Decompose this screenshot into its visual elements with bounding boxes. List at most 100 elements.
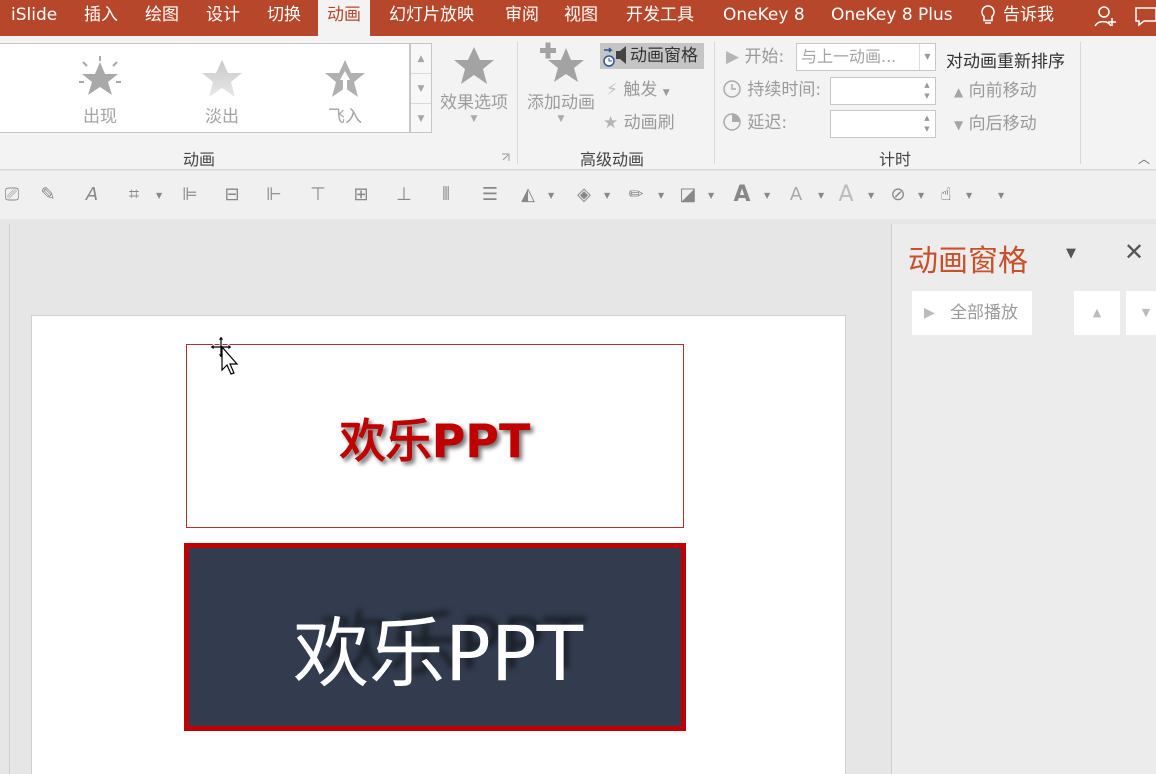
text-effects-icon[interactable]: A — [834, 183, 858, 207]
effect-options-label: 效果选项 — [440, 93, 508, 113]
gallery-item-label: 淡出 — [205, 107, 239, 127]
clock-icon — [723, 80, 741, 98]
touch-mode-icon[interactable]: ☝ — [934, 183, 958, 207]
start-select[interactable]: 与上一动画... ▼ — [796, 43, 936, 71]
distribute-horizontal-icon[interactable]: ⫴ — [434, 183, 458, 207]
effect-options-button[interactable]: 效果选项 ▼ — [436, 44, 512, 125]
font-style-icon[interactable]: A — [80, 183, 104, 207]
play-all-button[interactable]: ▶ 全部播放 — [912, 291, 1032, 335]
crop-icon[interactable]: ⌗ — [122, 183, 146, 207]
add-animation-button[interactable]: 添加动画 ▼ — [522, 42, 600, 125]
chevron-down-icon[interactable]: ▼ — [1066, 246, 1076, 261]
outline-pen-icon[interactable]: ✏ — [624, 183, 648, 207]
tab-animations[interactable]: 动画 — [318, 0, 370, 40]
add-user-icon[interactable] — [1094, 4, 1118, 28]
chevron-down-icon[interactable]: ▼ — [708, 191, 714, 200]
move-up-button[interactable]: ▲ — [1074, 291, 1120, 335]
shape-merge-icon[interactable]: ⊘ — [886, 183, 910, 207]
align-top-icon[interactable]: ⊤ — [306, 183, 330, 207]
text-outline-icon[interactable]: A — [784, 183, 808, 207]
move-cursor-icon — [209, 335, 239, 375]
tab-slideshow[interactable]: 幻灯片放映 — [389, 0, 474, 36]
align-right-icon[interactable]: ⊩ — [262, 183, 286, 207]
start-select-value: 与上一动画... — [801, 47, 897, 66]
tab-review[interactable]: 审阅 — [505, 0, 539, 36]
gallery-scroll-up[interactable]: ▲ — [411, 44, 431, 74]
triangle-up-icon: ▲ — [954, 85, 964, 99]
star-brush-icon: ★ — [603, 113, 619, 133]
close-icon[interactable]: ✕ — [1124, 238, 1144, 266]
move-later-button[interactable]: ▼ 向后移动 — [954, 111, 1037, 137]
chevron-down-icon[interactable]: ▼ — [658, 191, 664, 200]
gallery-item-fly-in[interactable]: 飞入 — [305, 56, 385, 127]
animation-pane-label: 动画窗格 — [630, 46, 698, 66]
tab-onekey8[interactable]: OneKey 8 — [723, 0, 805, 36]
fill-color-icon[interactable]: ◈ — [572, 183, 596, 207]
move-earlier-button[interactable]: ▲ 向前移动 — [954, 78, 1037, 104]
dialog-launcher-icon[interactable] — [501, 153, 510, 162]
tab-insert[interactable]: 插入 — [84, 0, 118, 36]
slideshow-icon[interactable]: ⎚ — [0, 183, 24, 207]
animation-painter-button[interactable]: ★ 动画刷 — [603, 110, 675, 136]
format-toolbar: ⎚ ✎ A ⌗ ▼ ⊫ ⊟ ⊩ ⊤ ⊞ ⊥ ⫴ ☰ ◭ ▼ ◈ ▼ ✏ ▼ ◪ … — [0, 171, 1156, 219]
textbox-dark-title[interactable]: 欢乐PPT 欢乐PPT — [184, 543, 686, 731]
divider — [9, 224, 10, 774]
triangle-down-icon: ▼ — [954, 118, 964, 132]
tab-developer[interactable]: 开发工具 — [626, 0, 694, 36]
move-down-button[interactable]: ▼ — [1126, 291, 1156, 335]
group-label-advanced: 高级动画 — [580, 150, 645, 169]
tab-onekey8plus[interactable]: OneKey 8 Plus — [831, 0, 953, 36]
format-painter-icon[interactable]: ✎ — [36, 183, 60, 207]
gallery-item-label: 出现 — [83, 107, 117, 127]
textbox-shadow-title[interactable]: 欢乐PPT — [186, 344, 684, 528]
rotate-icon[interactable]: ◭ — [516, 183, 540, 207]
chevron-down-icon[interactable]: ▼ — [868, 191, 874, 200]
animation-gallery: 出现 淡出 飞入 — [0, 43, 410, 133]
tab-islide[interactable]: iSlide — [11, 0, 57, 36]
chevron-down-icon: ▼ — [470, 114, 478, 124]
delay-input[interactable]: ▲ ▼ — [830, 110, 936, 138]
duration-input[interactable]: ▲ ▼ — [830, 77, 936, 105]
collapse-ribbon-icon[interactable]: ︿ — [1138, 150, 1150, 167]
align-bottom-icon[interactable]: ⊥ — [392, 183, 416, 207]
tab-transitions[interactable]: 切换 — [267, 0, 301, 36]
triangle-down-icon: ▼ — [1141, 306, 1151, 319]
chevron-down-icon[interactable]: ▼ — [548, 191, 554, 200]
trigger-button[interactable]: ⚡ 触发 ▼ — [606, 77, 670, 103]
animation-pane: 动画窗格 ▼ ✕ ▶ 全部播放 ▲ ▼ — [891, 224, 1156, 774]
add-animation-label: 添加动画 — [527, 93, 595, 113]
play-icon: ▶ — [726, 47, 740, 67]
gallery-scroll-down[interactable]: ▼ — [411, 74, 431, 104]
tell-me-search[interactable]: 告诉我 — [1003, 0, 1054, 36]
align-center-icon[interactable]: ⊟ — [220, 183, 244, 207]
gallery-more[interactable]: ▼ — [411, 104, 431, 134]
slide-title-text: 欢乐PPT — [339, 414, 531, 468]
distribute-vertical-icon[interactable]: ☰ — [478, 183, 502, 207]
chevron-down-icon[interactable]: ▼ — [919, 44, 935, 70]
delay-spinner[interactable]: ▲ ▼ — [921, 113, 933, 135]
chevron-down-icon[interactable]: ▼ — [966, 191, 972, 200]
slide-main-text: 欢乐PPT — [293, 609, 584, 698]
gallery-item-fade[interactable]: 淡出 — [182, 56, 262, 127]
chevron-down-icon[interactable]: ▼ — [764, 191, 770, 200]
tab-view[interactable]: 视图 — [564, 0, 598, 36]
text-fill-icon[interactable]: A — [730, 183, 754, 207]
animation-pane-icon — [603, 46, 626, 67]
align-middle-icon[interactable]: ⊞ — [349, 183, 373, 207]
chevron-down-icon[interactable]: ▼ — [604, 191, 610, 200]
customize-toolbar-icon[interactable]: ▼ — [998, 191, 1004, 200]
star-fade-icon — [202, 60, 242, 97]
align-left-icon[interactable]: ⊫ — [178, 183, 202, 207]
star-fly-icon — [325, 60, 365, 97]
chevron-down-icon[interactable]: ▼ — [918, 191, 924, 200]
comment-icon[interactable] — [1134, 6, 1156, 28]
animation-pane-button[interactable]: 动画窗格 — [600, 43, 704, 69]
eraser-icon[interactable]: ◪ — [676, 183, 700, 207]
gallery-item-appear[interactable]: 出现 — [60, 56, 140, 127]
tab-design[interactable]: 设计 — [206, 0, 240, 36]
chevron-down-icon[interactable]: ▼ — [156, 191, 162, 200]
gallery-scrollbar[interactable]: ▲ ▼ ▼ — [410, 43, 432, 133]
chevron-down-icon[interactable]: ▼ — [818, 191, 824, 200]
duration-spinner[interactable]: ▲ ▼ — [921, 80, 933, 102]
tab-draw[interactable]: 绘图 — [145, 0, 179, 36]
